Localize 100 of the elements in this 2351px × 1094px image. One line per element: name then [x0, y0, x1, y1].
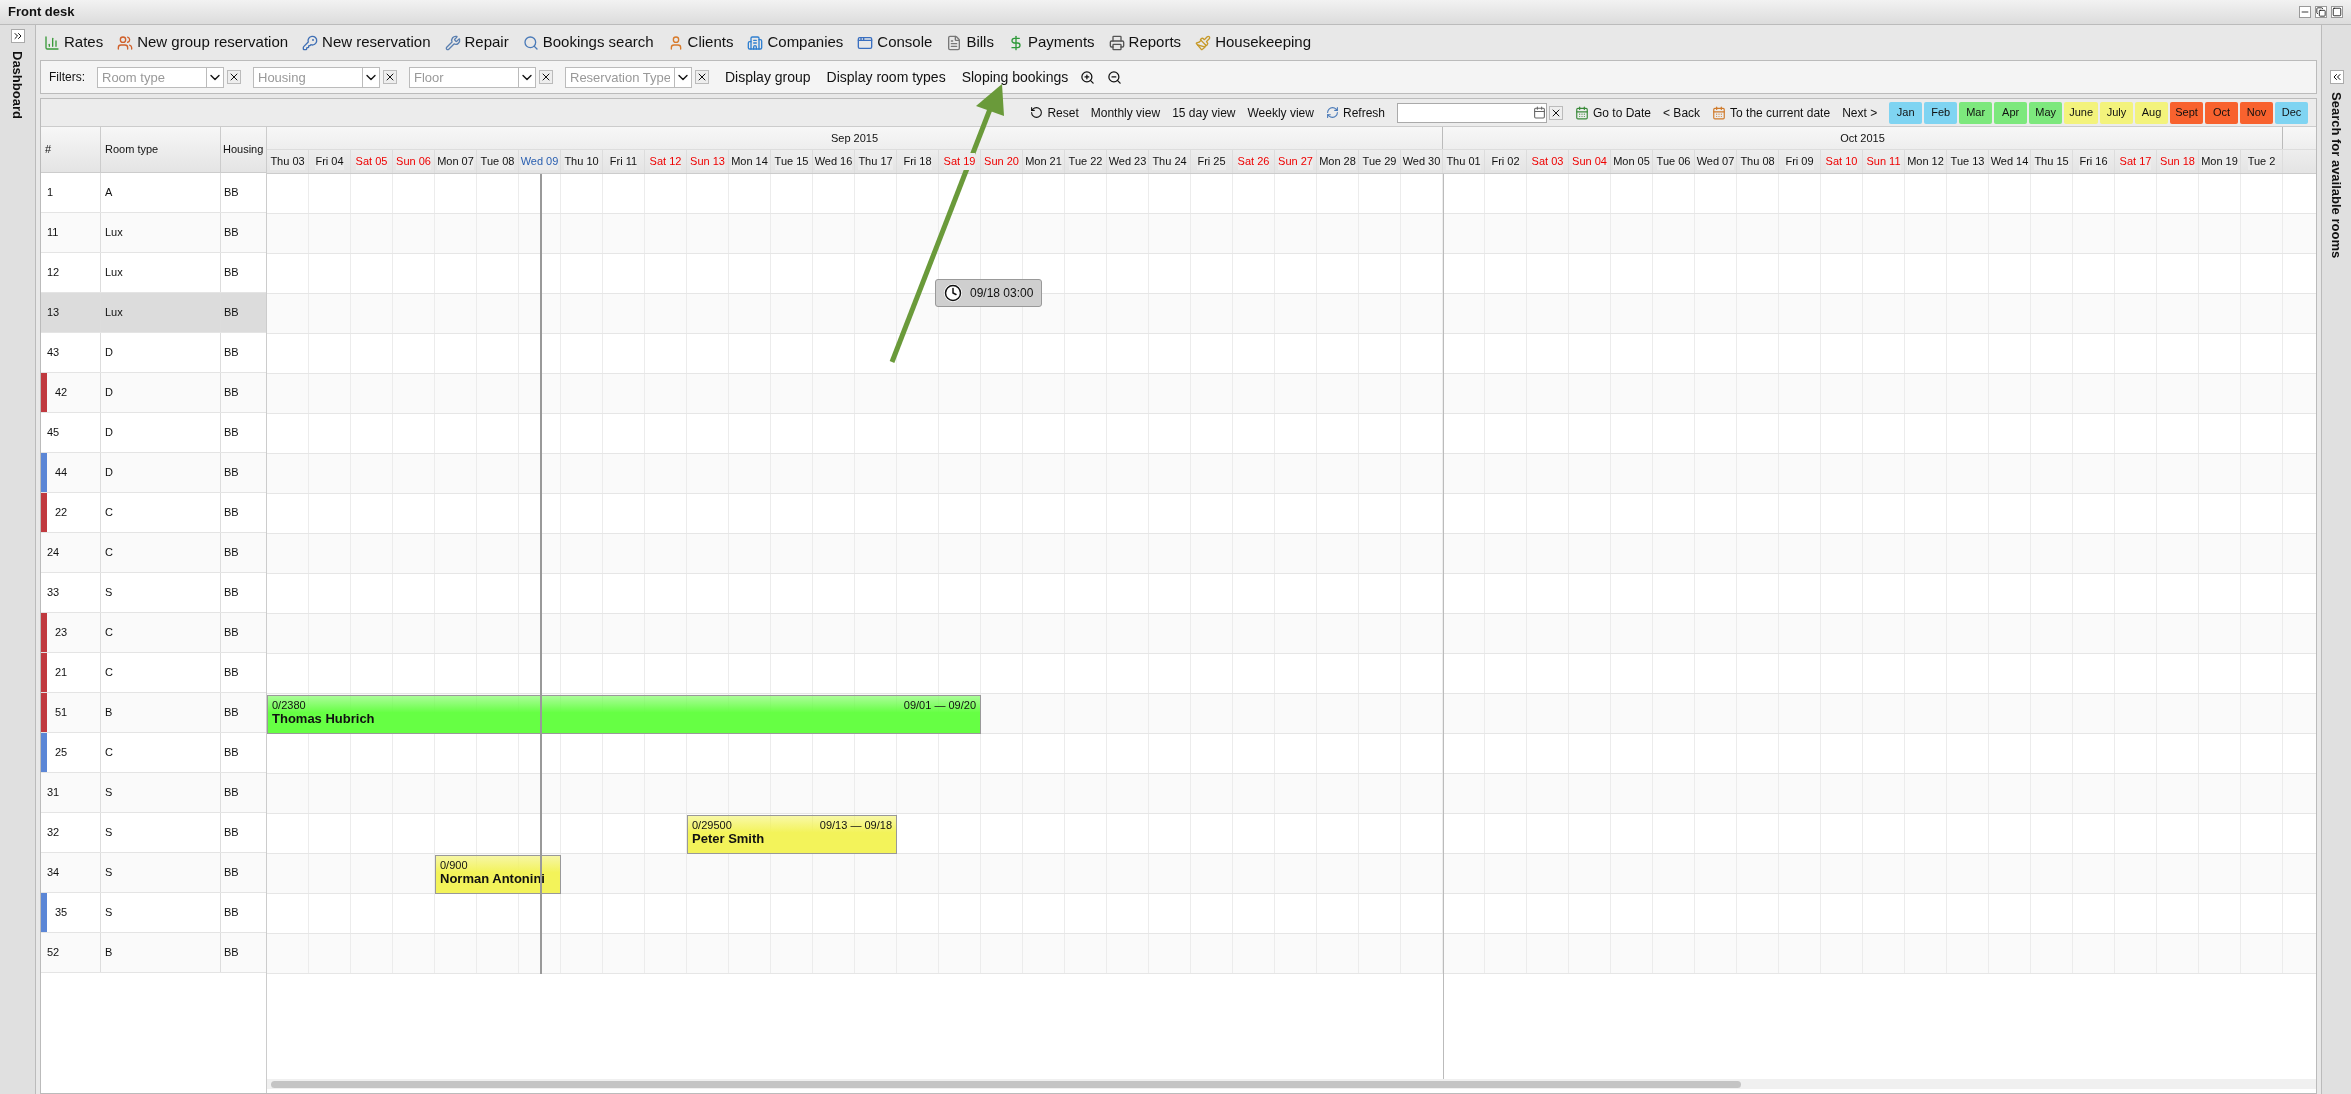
room-row[interactable]: 34 S BB	[41, 853, 266, 893]
maximize-icon[interactable]	[2331, 6, 2343, 18]
scrollbar-thumb[interactable]	[271, 1080, 1741, 1088]
filter-field[interactable]: Reservation Type	[565, 66, 675, 88]
housing-type: BB	[224, 385, 239, 401]
room-row[interactable]: 33 S BB	[41, 573, 266, 613]
toolbar-button[interactable]: Companies	[747, 31, 844, 54]
refresh-button[interactable]: Refresh	[1325, 103, 1385, 122]
month-button[interactable]: Nov	[2240, 101, 2273, 124]
toolbar-button[interactable]: New group reservation	[117, 31, 289, 54]
clear-icon[interactable]	[539, 70, 553, 84]
room-row[interactable]: 24 C BB	[41, 533, 266, 573]
toolbar-button[interactable]: Bookings search	[522, 31, 654, 54]
filter-field[interactable]: Floor	[409, 66, 519, 88]
view-button[interactable]: 15 day view	[1172, 103, 1236, 122]
toolbar-button[interactable]: Rates	[44, 31, 104, 54]
clear-icon[interactable]	[227, 70, 241, 84]
toolbar-button[interactable]: New reservation	[302, 31, 431, 54]
room-row[interactable]: 12 Lux BB	[41, 253, 266, 293]
toolbar-button[interactable]: Reports	[1108, 31, 1182, 54]
filter-field[interactable]: Housing	[253, 66, 363, 88]
dropdown-icon[interactable]	[675, 66, 692, 88]
month-button[interactable]: Oct	[2205, 101, 2238, 124]
toolbar-button[interactable]: Housekeeping	[1195, 31, 1312, 54]
room-row[interactable]: 32 S BB	[41, 813, 266, 853]
month-header: Sep 2015	[830, 130, 879, 146]
refresh-icon	[1325, 106, 1339, 119]
month-button[interactable]: Jan	[1889, 101, 1923, 124]
month-button[interactable]: Mar	[1959, 101, 1993, 124]
zoom-in-icon[interactable]	[1080, 69, 1096, 85]
room-row[interactable]: 23 C BB	[41, 613, 266, 653]
back-button[interactable]: < Back	[1663, 103, 1701, 122]
clock-icon	[944, 284, 962, 302]
column-header: #	[41, 127, 101, 172]
go-to-date-button[interactable]: Go to Date	[1575, 103, 1652, 122]
room-row[interactable]: 25 C BB	[41, 733, 266, 773]
dropdown-icon[interactable]	[519, 66, 536, 88]
toolbar-button[interactable]: Repair	[444, 31, 509, 54]
filter-link[interactable]: Sloping bookings	[961, 66, 1069, 88]
filter-link[interactable]: Display room types	[826, 66, 946, 88]
room-type: C	[105, 745, 113, 761]
minimize-icon[interactable]	[2299, 6, 2311, 18]
booking-block[interactable]: 0/900 Norman Antonini	[435, 855, 561, 894]
month-button[interactable]: May	[2029, 101, 2063, 124]
current-date-button[interactable]: To the current date	[1712, 103, 1831, 122]
room-row[interactable]: 45 D BB	[41, 413, 266, 453]
filter-link[interactable]: Display group	[725, 66, 811, 88]
dropdown-icon[interactable]	[363, 66, 380, 88]
month-button[interactable]: July	[2100, 101, 2133, 124]
clear-icon[interactable]	[1549, 105, 1563, 120]
filter-field[interactable]: Room type	[97, 66, 207, 88]
toolbar-button[interactable]: Clients	[667, 31, 734, 54]
room-row[interactable]: 35 S BB	[41, 893, 266, 933]
next-button[interactable]: Next >	[1842, 103, 1878, 122]
housing-type: BB	[224, 585, 239, 601]
dropdown-icon[interactable]	[207, 66, 224, 88]
room-row[interactable]: 44 D BB	[41, 453, 266, 493]
room-row[interactable]: 1 A BB	[41, 173, 266, 213]
search-panel-bar[interactable]: Search for available rooms	[2321, 25, 2351, 1094]
room-row[interactable]: 31 S BB	[41, 773, 266, 813]
room-number: 45	[46, 425, 60, 441]
view-button[interactable]: Weekly view	[1247, 103, 1314, 122]
toolbar-button[interactable]: Payments	[1007, 31, 1095, 54]
clear-icon[interactable]	[383, 70, 397, 84]
room-row[interactable]: 22 C BB	[41, 493, 266, 533]
restore-icon[interactable]	[2315, 6, 2327, 18]
room-type: C	[105, 625, 113, 641]
room-row[interactable]: 52 B BB	[41, 933, 266, 973]
month-button[interactable]: Sept	[2170, 101, 2203, 124]
booking-block[interactable]: 0/2380 09/01 — 09/20 Thomas Hubrich	[267, 695, 981, 734]
room-row[interactable]: 13 Lux BB	[41, 293, 266, 333]
month-button[interactable]: Aug	[2135, 101, 2168, 124]
room-row[interactable]: 21 C BB	[41, 653, 266, 693]
room-row[interactable]: 43 D BB	[41, 333, 266, 373]
dashboard-panel-bar[interactable]: Dashboard	[0, 25, 36, 1094]
room-row[interactable]: 51 B BB	[41, 693, 266, 733]
toolbar-button[interactable]: Console	[857, 31, 933, 54]
room-row[interactable]: 11 Lux BB	[41, 213, 266, 253]
expand-icon[interactable]	[10, 29, 25, 43]
view-button[interactable]: Monthly view	[1090, 103, 1161, 122]
calendar-icon[interactable]	[1533, 106, 1546, 119]
tooltip-text: 09/18 03:00	[970, 285, 1034, 302]
booking-block[interactable]: 0/29500 09/13 — 09/18 Peter Smith	[687, 815, 897, 854]
booking-dates: 09/01 — 09/20	[903, 698, 976, 712]
room-type: D	[105, 345, 113, 361]
room-row[interactable]: 42 D BB	[41, 373, 266, 413]
expand-icon[interactable]	[2329, 70, 2344, 84]
room-number: 21	[54, 665, 68, 681]
housing-type: BB	[224, 185, 239, 201]
month-button[interactable]: Feb	[1924, 101, 1958, 124]
date-field[interactable]	[1397, 102, 1547, 123]
zoom-out-icon[interactable]	[1107, 69, 1123, 85]
dashboard-label: Dashboard	[9, 51, 27, 119]
month-button[interactable]: June	[2064, 101, 2098, 124]
month-button[interactable]: Apr	[1994, 101, 2028, 124]
search-panel-label: Search for available rooms	[2328, 92, 2346, 259]
clear-icon[interactable]	[695, 70, 709, 84]
reset-button[interactable]: Reset	[1030, 103, 1079, 122]
toolbar-button[interactable]: Bills	[946, 31, 994, 54]
month-button[interactable]: Dec	[2275, 101, 2308, 124]
